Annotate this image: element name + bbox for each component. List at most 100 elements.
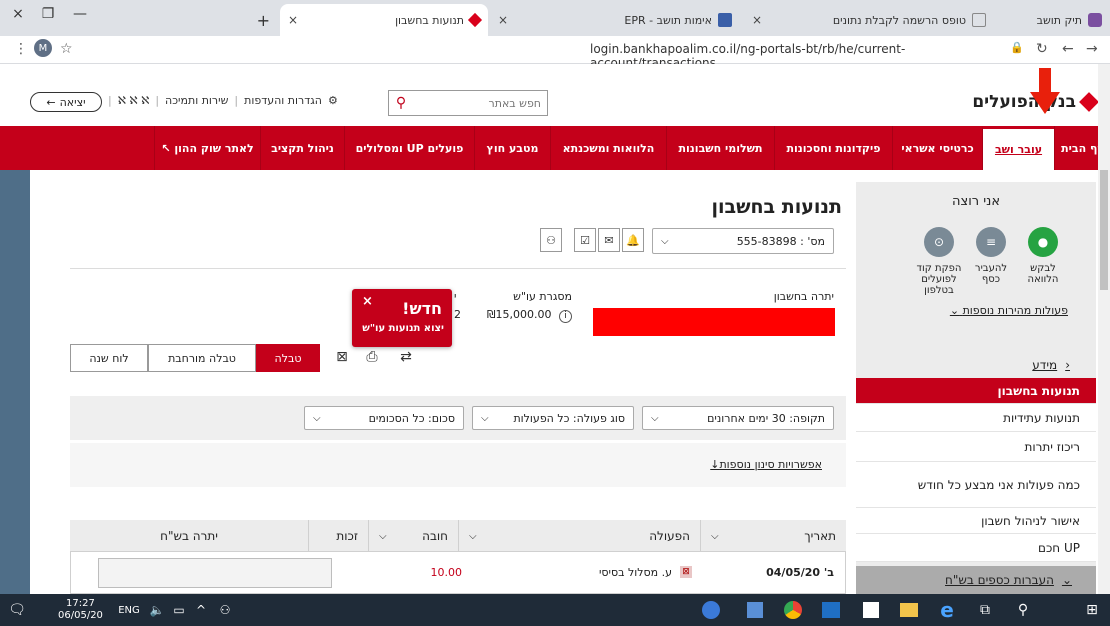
volume-icon[interactable]: 🔈 [146, 594, 168, 626]
search-icon[interactable]: ⚲ [1008, 594, 1038, 626]
back-arrow-icon[interactable]: ← [1062, 41, 1074, 57]
nav-item-9[interactable]: לאתר שוק ההון ↖ [154, 126, 260, 170]
tab-close-icon[interactable]: × [498, 13, 508, 27]
nav-item-8[interactable]: ניהול תקציב [260, 126, 344, 170]
logout-button[interactable]: יציאה ← [30, 92, 102, 112]
page-left-margin [0, 170, 30, 594]
advanced-filter-link[interactable]: אפשרויות סינון נוספות↓ [622, 458, 822, 471]
tab-extended-table[interactable]: טבלה מורחבת [148, 344, 256, 372]
nav-item-2[interactable]: כרטיסי אשראי [892, 126, 982, 170]
nav-item-5[interactable]: הלוואות ומשכנתא [550, 126, 666, 170]
nav-item-3[interactable]: פיקדונות וחסכונות [774, 126, 892, 170]
sidebar-transfers-nis[interactable]: ⌄ העברות כספים בש"ח [856, 566, 1096, 594]
outlook-icon[interactable] [816, 594, 846, 626]
logo-text: בנק הפועלים [972, 92, 1076, 112]
sidebar-link-2[interactable]: ריכוז יתרות [856, 432, 1096, 462]
export-transfer-icon[interactable]: ⇄ [396, 346, 416, 368]
people-icon[interactable]: ⚇ [212, 594, 238, 626]
action-detail-icon[interactable]: ⊠ [680, 566, 692, 578]
tab-close-icon[interactable]: × [752, 13, 762, 27]
sidebar-link-0[interactable]: תנועות בחשבון [856, 378, 1096, 404]
menu-dots-icon[interactable]: ⋮ [14, 41, 28, 57]
font-size-controls[interactable]: ℵ ℵ ℵ [118, 94, 150, 107]
row-action[interactable]: ⊠ ע. מסלול בסיסי [520, 560, 692, 584]
network-icon[interactable]: ▭ [168, 594, 190, 626]
more-quick-actions-link[interactable]: פעולות מהירות נוספות ⌄ [950, 304, 1068, 317]
sidebar-link-1[interactable]: תנועות עתידיות [856, 404, 1096, 432]
chevron-up-icon[interactable]: ^ [190, 594, 212, 626]
nav-item-6[interactable]: מטבע חוץ [474, 126, 550, 170]
action-type-select[interactable]: סוג פעולה: כל הפעולות ⌵ [472, 406, 634, 430]
new-tab-button[interactable]: + [252, 4, 278, 36]
store-icon[interactable] [856, 594, 886, 626]
tab-title: טופס הרשמה לקבלת נתונים [832, 13, 966, 27]
notifications-icon[interactable]: 🗨 [0, 594, 34, 626]
nav-item-7[interactable]: פועלים UP ומסלולים [344, 126, 474, 170]
tab-close-icon[interactable]: × [288, 13, 298, 27]
period-select[interactable]: תקופה: 30 ימים אחרונים ⌵ [642, 406, 834, 430]
search-icon[interactable]: ⚲ [389, 91, 413, 115]
windows-start-icon[interactable]: ⊞ [1074, 594, 1110, 626]
bank-logo[interactable]: בנק הפועלים [972, 68, 1099, 114]
header-action[interactable]: הפעולה ⌵ [458, 520, 700, 552]
popup-close-icon[interactable]: × [362, 294, 373, 309]
nav-item-4[interactable]: תשלומי חשבונות [666, 126, 774, 170]
settings-link[interactable]: הגדרות והעדפות [244, 94, 322, 107]
info-section-header[interactable]: ‹ מידע [856, 352, 1096, 378]
logout-label: יציאה [59, 95, 86, 109]
account-select[interactable]: מס' : 555-83898 ⌵ [652, 228, 834, 254]
app-icon[interactable] [696, 594, 726, 626]
chevron-left-icon: ‹ [1065, 358, 1070, 372]
partial-value: 2 [454, 308, 461, 321]
tab-registration-form[interactable]: טופס הרשמה לקבלת נתונים × [744, 4, 994, 36]
tab-title: תיק תושב [1036, 13, 1082, 27]
quick-action-label: לבקש הלוואה [1027, 263, 1059, 285]
search-input[interactable] [413, 92, 547, 114]
nav-item-1[interactable]: עובר ושב [982, 126, 1054, 170]
bookmark-star-icon[interactable]: ☆ [60, 41, 73, 57]
row-debit: 10.00 [430, 565, 463, 579]
quick-action-2[interactable]: ⊙ הפקת קוד לפועלים בטלפון [914, 227, 964, 296]
sidebar-link-4[interactable]: אישור לניהול חשבון [856, 508, 1096, 534]
quick-action-0[interactable]: ● לבקש הלוואה [1018, 227, 1068, 285]
tab-resident-file[interactable]: תיק תושב [1000, 4, 1110, 36]
chrome-icon[interactable] [778, 594, 808, 626]
checklist-icon[interactable]: ☑ [574, 228, 596, 252]
task-view-icon[interactable]: ⧉ [970, 594, 1000, 626]
app-icon[interactable] [740, 594, 770, 626]
alert-bell-icon[interactable]: 🔔 [622, 228, 644, 252]
quick-action-1[interactable]: ≡ להעביר כסף [966, 227, 1016, 285]
tab-calendar[interactable]: לוח שנה [70, 344, 148, 372]
reload-icon[interactable]: ↻ [1036, 41, 1048, 57]
info-icon[interactable]: i [559, 310, 572, 323]
sidebar-link-5[interactable]: UP חכם [856, 534, 1096, 562]
chevron-down-icon: ⌵ [379, 530, 387, 542]
tab-table[interactable]: טבלה [256, 344, 320, 372]
scrollbar-thumb[interactable] [1100, 170, 1108, 290]
profile-avatar[interactable]: M [34, 39, 52, 57]
header-debit[interactable]: חובה ⌵ [368, 520, 458, 552]
restore-window-icon[interactable]: ❐ [30, 0, 66, 28]
tab-epr-auth[interactable]: אימות תושב - EPR × [490, 4, 740, 36]
chevron-down-icon: ⌵ [313, 412, 321, 424]
page-scrollbar[interactable] [1098, 64, 1110, 594]
header-utilities: ⚙ הגדרות והעדפות | שירות ותמיכה | ℵ ℵ ℵ … [108, 94, 338, 107]
settings-gear-icon[interactable]: ⚙ [328, 94, 338, 107]
amount-select[interactable]: סכום: כל הסכומים ⌵ [304, 406, 464, 430]
tab-transactions[interactable]: תנועות בחשבון × [280, 4, 488, 36]
minimize-window-icon[interactable]: — [62, 0, 98, 28]
edge-icon[interactable]: e [932, 594, 962, 626]
share-users-icon[interactable]: ⚇ [540, 228, 562, 252]
language-indicator[interactable]: ENG [112, 594, 146, 626]
header-date[interactable]: תאריך ⌵ [700, 520, 846, 552]
lock-icon[interactable]: 🔒 [1010, 41, 1024, 54]
support-link[interactable]: שירות ותמיכה [165, 94, 228, 107]
system-clock[interactable]: 17:27 06/05/20 [58, 598, 103, 622]
file-explorer-icon[interactable] [894, 594, 924, 626]
sidebar-link-3[interactable]: כמה פעולות אני מבצע כל חודש [856, 462, 1096, 508]
excel-icon[interactable]: ⊠ [332, 346, 352, 368]
mail-icon[interactable]: ✉ [598, 228, 620, 252]
print-icon[interactable]: ⎙ [362, 346, 382, 368]
forward-arrow-icon[interactable]: → [1086, 41, 1098, 57]
